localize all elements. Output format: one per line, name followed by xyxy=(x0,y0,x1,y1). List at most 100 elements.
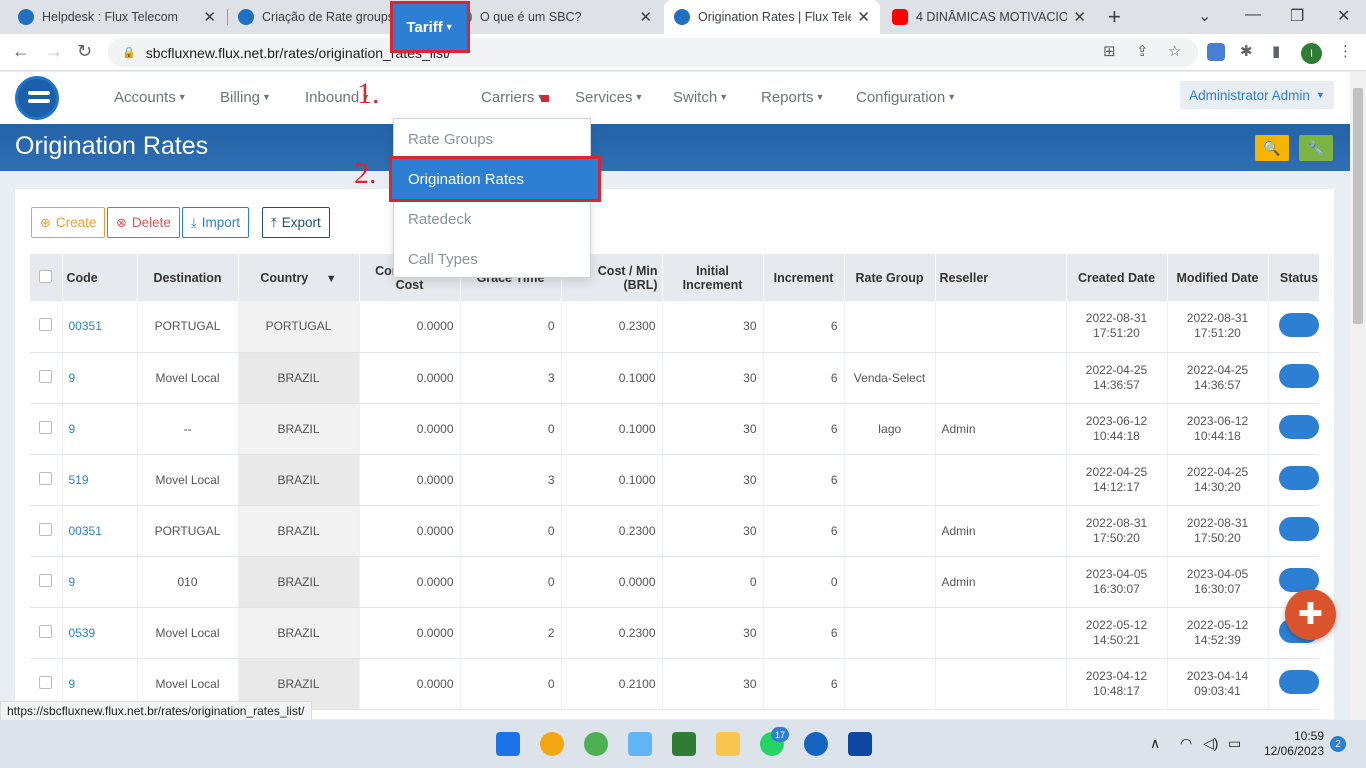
search-button[interactable]: 🔍 xyxy=(1255,135,1289,161)
notification-badge[interactable]: 2 xyxy=(1330,736,1346,752)
address-bar[interactable]: 🔒 sbcfluxnew.flux.net.br/rates/originati… xyxy=(108,38,1198,67)
select-all-checkbox[interactable] xyxy=(39,269,53,283)
nav-billing[interactable]: Billing ▼ xyxy=(220,89,271,106)
row-checkbox[interactable] xyxy=(39,471,53,485)
status-toggle[interactable] xyxy=(1279,364,1319,388)
code-link[interactable]: 00351 xyxy=(62,301,138,353)
row-select-cell[interactable] xyxy=(30,403,63,455)
new-tab-icon[interactable]: + xyxy=(1108,4,1121,30)
code-link[interactable]: 00351 xyxy=(62,505,138,557)
col-reseller[interactable]: Reseller xyxy=(935,254,1067,301)
browser-tab[interactable]: Helpdesk : Flux Telecom ✕ xyxy=(8,0,226,34)
close-tab-icon[interactable]: ✕ xyxy=(639,8,652,26)
paint-icon[interactable] xyxy=(628,732,652,756)
menu-item-rate-groups[interactable]: Rate Groups xyxy=(394,119,590,159)
code-link[interactable]: 9 xyxy=(62,403,138,455)
side-panel-icon[interactable]: ▮ xyxy=(1272,42,1280,60)
page-scrollbar[interactable] xyxy=(1350,72,1366,720)
minimize-icon[interactable]: — xyxy=(1245,6,1261,24)
code-link[interactable]: 9 xyxy=(62,352,138,404)
nav-services[interactable]: Services ▼ xyxy=(575,89,643,106)
floating-add-button[interactable]: ✚ xyxy=(1285,589,1336,640)
translate-icon[interactable]: ⊞ xyxy=(1103,42,1116,60)
file-explorer-icon[interactable] xyxy=(716,732,740,756)
tab-search-icon[interactable]: ⌄ xyxy=(1198,6,1211,26)
code-link[interactable]: 519 xyxy=(62,454,138,506)
row-select-cell[interactable] xyxy=(30,352,63,404)
volume-icon[interactable]: ◁) xyxy=(1203,735,1218,752)
close-tab-icon[interactable]: ✕ xyxy=(857,8,870,26)
notepad-icon[interactable] xyxy=(848,732,872,756)
status-toggle[interactable] xyxy=(1279,312,1319,337)
status-toggle[interactable] xyxy=(1279,517,1319,541)
user-menu-button[interactable]: Administrator Admin ▼ xyxy=(1180,81,1334,109)
browser-tab-active[interactable]: Origination Rates | Flux Telec ✕ xyxy=(664,0,880,34)
chrome-icon[interactable] xyxy=(584,732,608,756)
taskbar-clock[interactable]: 10:59 12/06/2023 xyxy=(1258,729,1324,759)
row-select-cell[interactable] xyxy=(30,454,63,506)
wifi-icon[interactable]: ◠ xyxy=(1180,735,1192,752)
col-modified-date[interactable]: Modified Date xyxy=(1167,254,1269,301)
status-toggle[interactable] xyxy=(1279,670,1319,694)
translate-extension-icon[interactable] xyxy=(1207,43,1225,61)
menu-item-call-types[interactable]: Call Types xyxy=(394,239,590,279)
col-created-date[interactable]: Created Date xyxy=(1066,254,1168,301)
close-tab-icon[interactable]: ✕ xyxy=(1073,8,1086,26)
create-button[interactable]: ⊕ Create xyxy=(31,207,106,238)
share-icon[interactable]: ⇪ xyxy=(1136,42,1149,60)
menu-item-ratedeck[interactable]: Ratedeck xyxy=(394,199,590,239)
col-status[interactable]: Status xyxy=(1268,254,1319,301)
row-checkbox[interactable] xyxy=(39,369,53,383)
maximize-icon[interactable]: ❐ xyxy=(1290,6,1304,26)
browser-tab[interactable]: 4 DINÂMICAS MOTIVACIONA ✕ xyxy=(882,0,1096,34)
col-code[interactable]: Code xyxy=(62,254,138,301)
row-select-cell[interactable] xyxy=(30,505,63,557)
row-checkbox[interactable] xyxy=(39,573,53,587)
col-rate-group[interactable]: Rate Group xyxy=(844,254,936,301)
col-increment[interactable]: Increment xyxy=(763,254,845,301)
nav-configuration[interactable]: Configuration ▼ xyxy=(856,89,956,106)
col-destination[interactable]: Destination xyxy=(137,254,239,301)
row-select-cell[interactable] xyxy=(30,607,63,659)
delete-button[interactable]: ⊗ Delete xyxy=(107,207,180,238)
row-checkbox[interactable] xyxy=(39,624,53,638)
close-tab-icon[interactable]: ✕ xyxy=(203,8,216,26)
sheets-icon[interactable] xyxy=(672,732,696,756)
code-link[interactable]: 0539 xyxy=(62,607,138,659)
row-select-cell[interactable] xyxy=(30,301,63,353)
phone-icon[interactable] xyxy=(804,732,828,756)
nav-carriers[interactable]: Carriers▼ xyxy=(481,89,545,106)
import-button[interactable]: ⤓ Import xyxy=(182,207,250,238)
nav-switch[interactable]: Switch ▼ xyxy=(673,89,728,106)
close-window-icon[interactable]: ✕ xyxy=(1337,6,1350,26)
col-initial-increment[interactable]: Initial Increment xyxy=(662,254,764,301)
browser-menu-icon[interactable]: ⋮ xyxy=(1338,42,1353,60)
back-icon[interactable]: ← xyxy=(12,41,30,62)
bookmark-star-icon[interactable]: ☆ xyxy=(1168,42,1181,60)
forward-icon[interactable]: → xyxy=(45,41,63,62)
app-icon[interactable] xyxy=(540,732,564,756)
status-toggle[interactable] xyxy=(1279,415,1319,439)
nav-reports[interactable]: Reports ▼ xyxy=(761,89,824,106)
nav-tariff[interactable]: Tariff ▼ xyxy=(390,1,470,53)
nav-accounts[interactable]: Accounts ▼ xyxy=(114,89,187,106)
scrollbar-thumb[interactable] xyxy=(1353,88,1363,324)
select-all-cell[interactable] xyxy=(30,254,63,301)
code-link[interactable]: 9 xyxy=(62,556,138,608)
row-select-cell[interactable] xyxy=(30,556,63,608)
settings-button[interactable]: 🔧 xyxy=(1299,135,1333,161)
menu-item-origination-rates[interactable]: Origination Rates xyxy=(389,156,601,202)
row-checkbox[interactable] xyxy=(39,318,53,332)
start-icon[interactable] xyxy=(496,732,520,756)
flux-logo[interactable] xyxy=(15,76,59,120)
status-toggle[interactable] xyxy=(1279,466,1319,490)
row-checkbox[interactable] xyxy=(39,675,53,689)
profile-avatar[interactable]: I xyxy=(1301,43,1322,64)
battery-icon[interactable]: ▭ xyxy=(1228,735,1241,752)
reload-icon[interactable]: ↻ xyxy=(77,41,92,62)
col-country[interactable]: Country ▼ xyxy=(238,254,360,301)
export-button[interactable]: ⤒ Export xyxy=(262,207,330,238)
row-checkbox[interactable] xyxy=(39,522,53,536)
browser-tab[interactable]: O que é um SBC? ✕ xyxy=(446,0,662,34)
tray-chevron-icon[interactable]: ∧ xyxy=(1150,735,1160,752)
